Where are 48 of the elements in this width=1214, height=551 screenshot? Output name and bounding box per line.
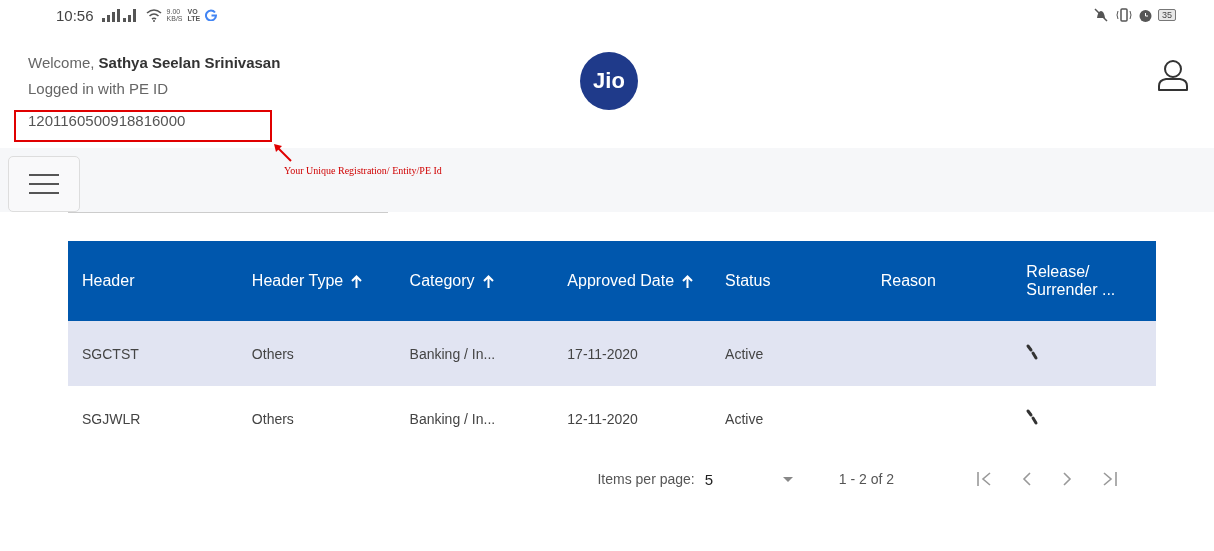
column-header[interactable]: Release/ Surrender ...	[1012, 241, 1156, 321]
column-header[interactable]: Category	[395, 241, 554, 321]
page-size-select[interactable]: 5	[704, 470, 793, 488]
table-cell: Others	[251, 345, 294, 362]
profile-icon[interactable]	[1156, 58, 1190, 92]
annotation-text: Your Unique Registration/ Entity/PE Id	[284, 165, 442, 176]
table-cell: 17-11-2020	[567, 345, 638, 362]
column-header[interactable]: Status	[711, 241, 867, 321]
column-header[interactable]: Approved Date	[553, 241, 712, 321]
alarm-clock-icon	[1138, 7, 1153, 23]
login-label: Logged in with PE ID	[28, 79, 170, 99]
menu-button[interactable]	[8, 156, 80, 212]
menu-icon	[28, 174, 60, 194]
table-row[interactable]: SGCTST Others Banking / In... 17-11-2020 Active	[68, 321, 1156, 386]
first-page-icon[interactable]	[976, 471, 992, 487]
muted-bell-icon	[1092, 8, 1110, 22]
g-letter-icon	[205, 9, 218, 21]
table-cell: SGCTST	[82, 345, 139, 362]
sort-arrow-icon	[682, 275, 694, 289]
column-header[interactable]: Header Type	[237, 241, 396, 321]
column-header[interactable]: Reason	[866, 241, 1013, 321]
wifi-icon	[145, 8, 162, 22]
column-header[interactable]: Header	[68, 241, 238, 321]
vibrate-icon	[1115, 8, 1133, 22]
release-icon[interactable]	[1026, 409, 1039, 425]
jio-logo: Jio	[580, 52, 638, 110]
dropdown-caret-icon	[782, 476, 793, 482]
items-per-page-label: Items per page:	[597, 471, 695, 487]
battery-indicator: 35	[1158, 9, 1176, 21]
page-range: 1 - 2 of 2	[838, 471, 894, 487]
table-cell: Banking / In...	[409, 345, 496, 362]
release-icon[interactable]	[1026, 344, 1039, 360]
table-cell: Active	[725, 410, 764, 427]
next-page-icon[interactable]	[1062, 471, 1072, 487]
table-cell: 12-11-2020	[567, 410, 638, 427]
pe-id: 1201160500918816000	[28, 111, 186, 131]
table-cell: Active	[725, 345, 764, 362]
table-row[interactable]: SGJWLR Others Banking / In... 12-11-2020 Active	[68, 386, 1156, 451]
table-cell: Banking / In...	[409, 410, 496, 427]
clock-time: 10:56	[56, 6, 94, 24]
table-cell: SGJWLR	[82, 410, 141, 427]
last-page-icon[interactable]	[1102, 471, 1118, 487]
previous-page-icon[interactable]	[1022, 471, 1032, 487]
sort-arrow-icon	[351, 275, 363, 289]
annotation-arrow	[274, 144, 292, 162]
table-cell: Others	[251, 410, 294, 427]
welcome-text: Welcome, Sathya Seelan Srinivasan	[28, 53, 282, 73]
sort-arrow-icon	[482, 275, 494, 289]
